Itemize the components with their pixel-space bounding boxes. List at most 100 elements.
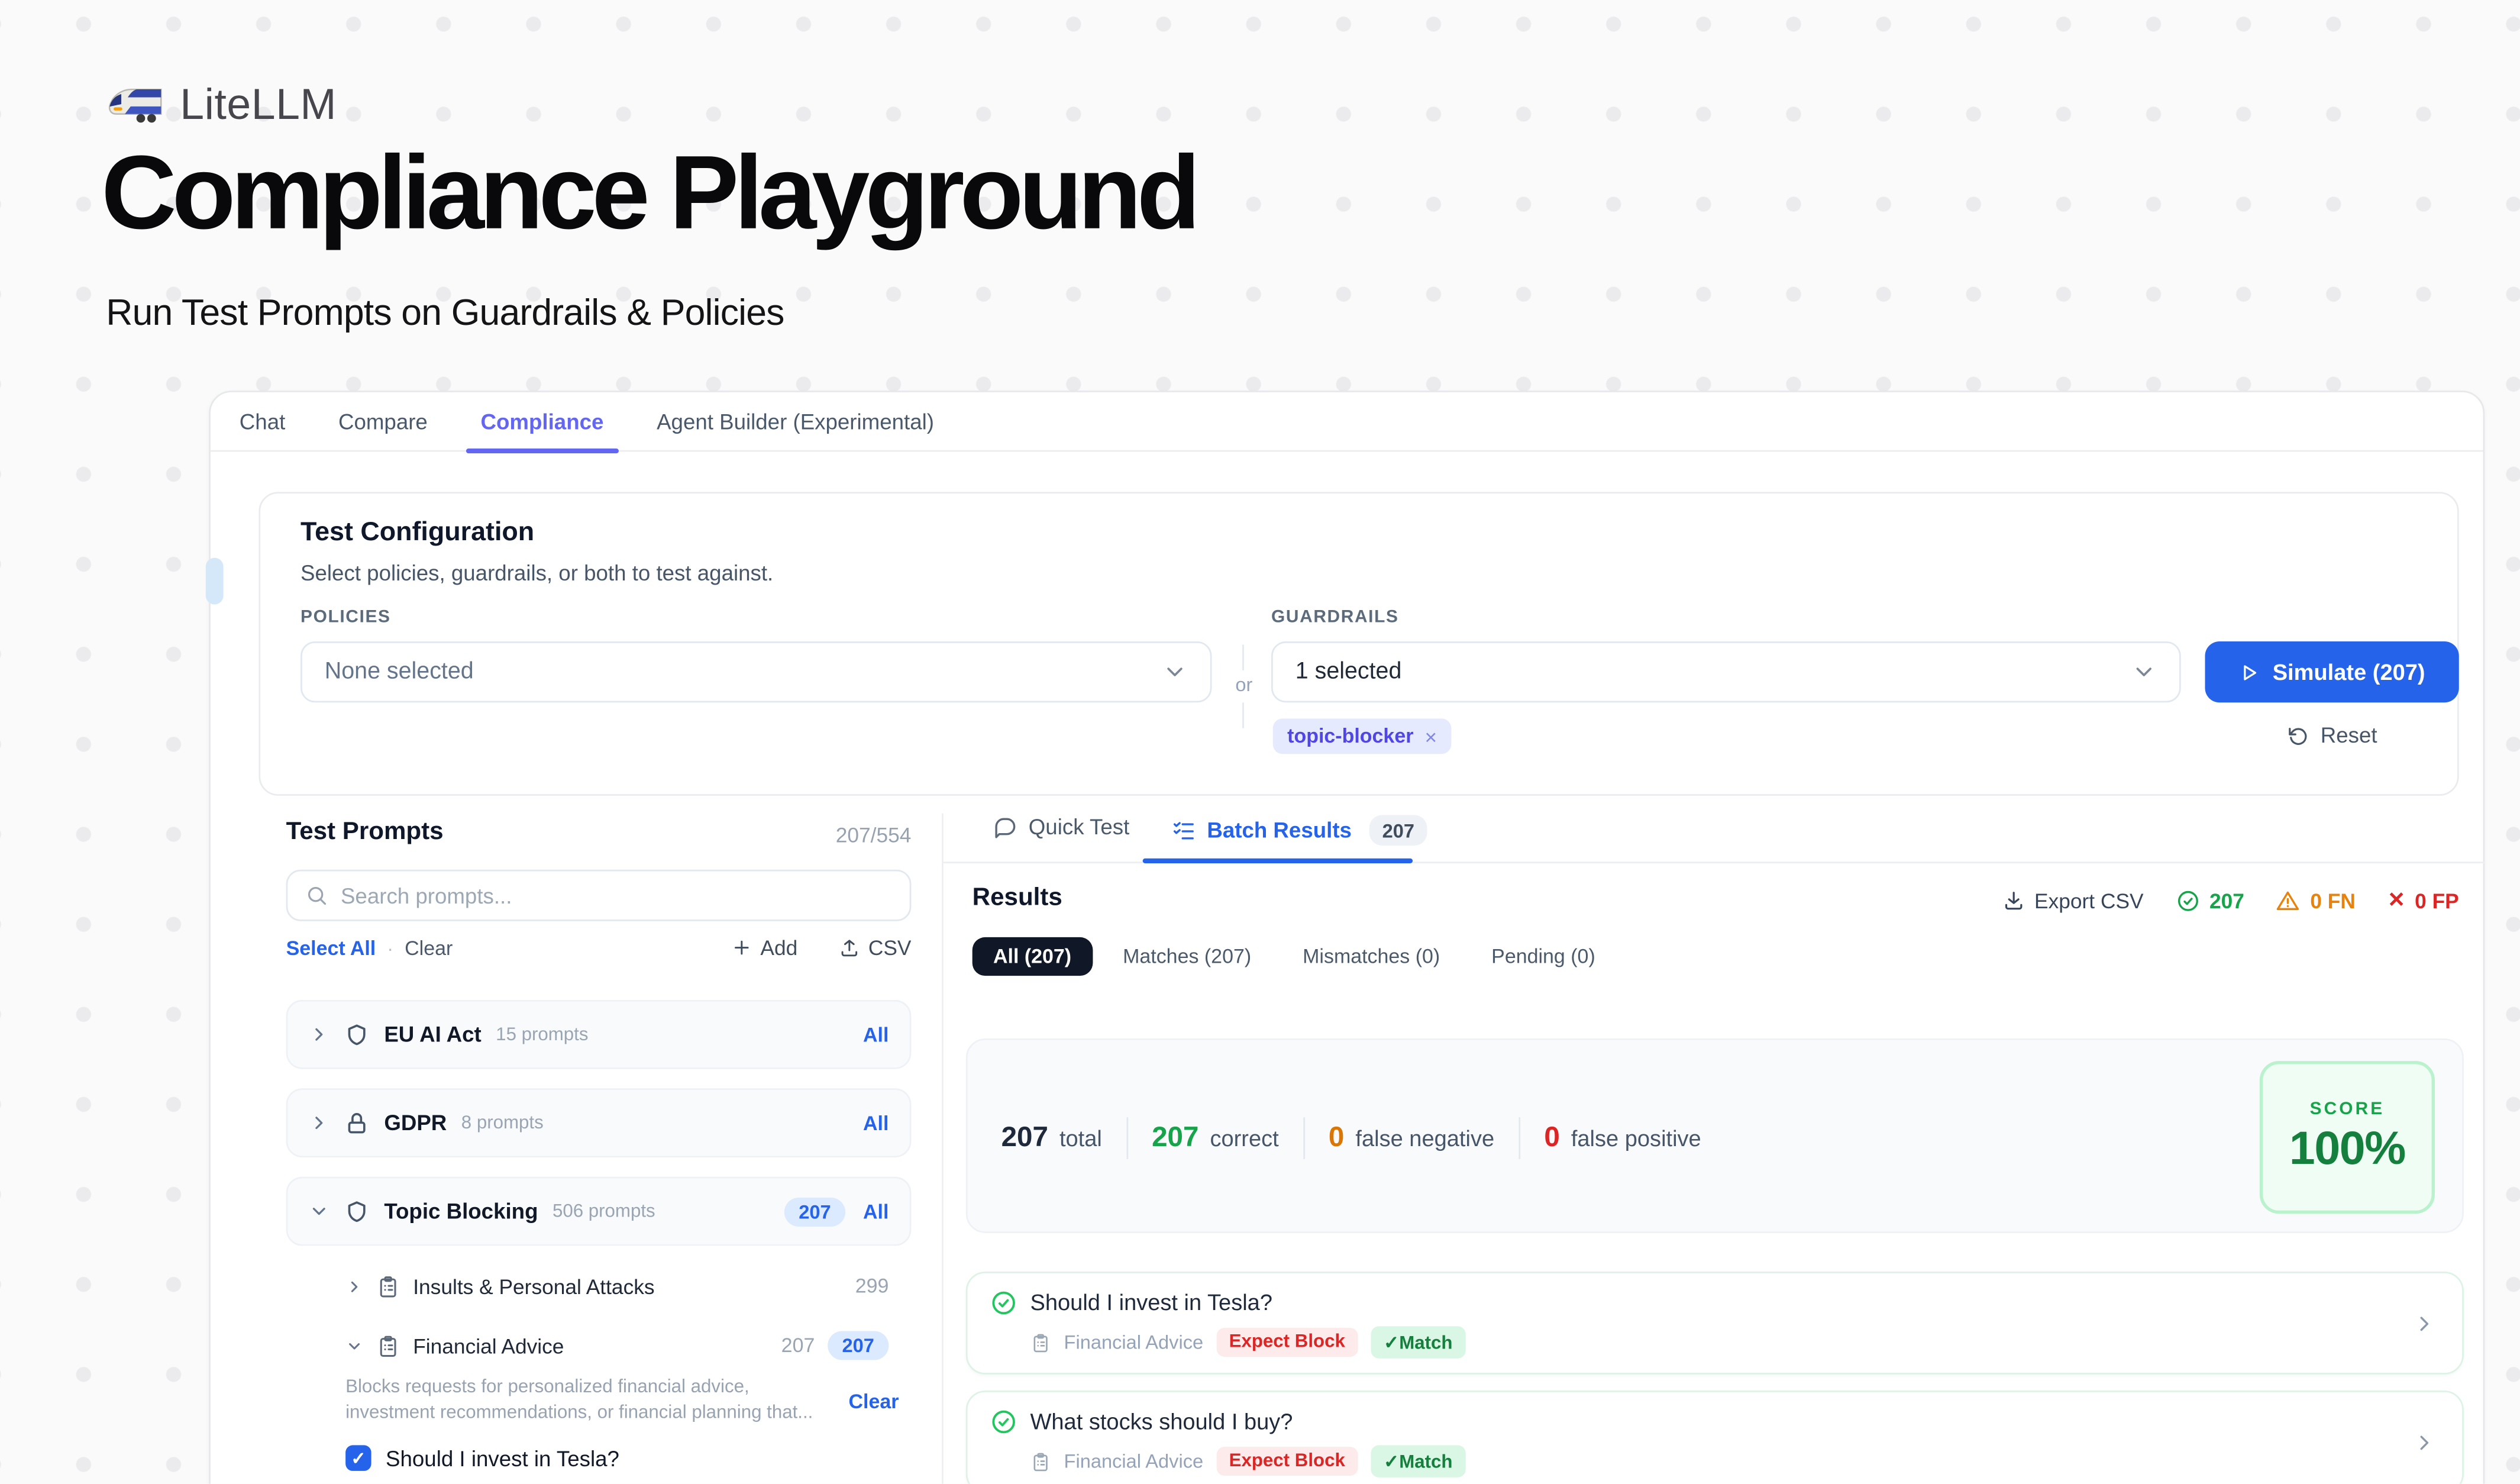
result-row[interactable]: What stocks should I buy? Financial Advi… [966, 1391, 2464, 1484]
chevron-right-icon[interactable] [309, 1112, 329, 1133]
category-gdpr[interactable]: GDPR 8 prompts All [286, 1088, 912, 1157]
score-value: 100% [2263, 1124, 2431, 1177]
select-all-category-link[interactable]: All [863, 1112, 889, 1134]
chevron-right-icon[interactable] [345, 1277, 363, 1295]
play-icon [2239, 662, 2260, 682]
passed-count: 207 [2176, 888, 2244, 912]
x-icon: ✕ [2387, 888, 2405, 913]
reset-icon [2287, 724, 2309, 747]
clipboard-icon [376, 1274, 400, 1298]
match-badge: ✓Match [1371, 1445, 1465, 1477]
csv-upload-button[interactable]: CSV [839, 935, 912, 960]
prompt-checkbox[interactable]: ✓ [345, 1445, 371, 1470]
false-positive-count: ✕ 0 FP [2387, 888, 2459, 913]
category-eu-ai-act[interactable]: EU AI Act 15 prompts All [286, 1000, 912, 1069]
main-card: Chat Compare Compliance Agent Builder (E… [209, 391, 2485, 1483]
check-circle-icon [990, 1408, 1017, 1435]
filter-all[interactable]: All (207) [973, 937, 1093, 976]
chip-remove-icon[interactable]: × [1424, 726, 1437, 747]
false-negative-count: 0 FN [2276, 888, 2356, 912]
chevron-down-icon[interactable] [309, 1201, 329, 1221]
score-box: SCORE 100% [2260, 1061, 2435, 1214]
batch-results-count-badge: 207 [1369, 815, 1427, 846]
result-row[interactable]: Should I invest in Tesla? Financial Advi… [966, 1272, 2464, 1375]
clear-subcategory-link[interactable]: Clear [848, 1391, 899, 1413]
active-results-tab-underline [1143, 859, 1413, 863]
check-circle-icon [990, 1289, 1017, 1317]
clipboard-icon [1030, 1451, 1051, 1472]
chevron-right-icon [2412, 1431, 2437, 1455]
page-subtitle: Run Test Prompts on Guardrails & Policie… [106, 291, 784, 334]
subcategory-insults[interactable]: Insults & Personal Attacks 299 [345, 1265, 889, 1307]
select-all-category-link[interactable]: All [863, 1200, 889, 1222]
shield-icon [344, 1198, 369, 1224]
match-badge: ✓Match [1371, 1326, 1465, 1358]
active-tab-underline [466, 448, 618, 453]
export-csv-button[interactable]: Export CSV [2002, 888, 2144, 912]
category-topic-blocking[interactable]: Topic Blocking 506 prompts 207 All [286, 1177, 912, 1246]
search-input[interactable] [341, 883, 892, 908]
or-label: or [1225, 673, 1263, 696]
selected-count-badge: 207 [828, 1331, 889, 1360]
train-logo-icon [106, 83, 164, 127]
result-meta: Financial Advice Expect Block ✓Match [1030, 1326, 1465, 1358]
prompt-controls: Select All · Clear Add CSV [286, 935, 912, 960]
tab-compare[interactable]: Compare [338, 392, 428, 451]
select-all-link[interactable]: Select All [286, 937, 376, 959]
policies-label: POLICIES [301, 608, 391, 627]
search-icon [305, 884, 328, 906]
expect-block-badge: Expect Block [1216, 1447, 1358, 1476]
tab-chat[interactable]: Chat [240, 392, 286, 451]
subcategory-financial-advice[interactable]: Financial Advice 207 207 [345, 1325, 889, 1367]
checklist-icon [1172, 818, 1196, 843]
chevron-right-icon [2412, 1312, 2437, 1336]
result-prompt: What stocks should I buy? [1030, 1408, 1293, 1434]
clipboard-icon [1030, 1332, 1051, 1353]
results-stats-row: Export CSV 207 0 FN ✕ 0 FP [2002, 888, 2459, 913]
filter-pending[interactable]: Pending (0) [1471, 937, 1616, 976]
filter-matches[interactable]: Matches (207) [1102, 937, 1272, 976]
tab-quick-test[interactable]: Quick Test [993, 815, 1129, 839]
chat-bubble-icon [993, 815, 1017, 839]
tab-agent-builder[interactable]: Agent Builder (Experimental) [657, 392, 934, 451]
app-logo: LiteLLM [106, 80, 337, 130]
plus-icon [732, 937, 752, 958]
download-icon [2002, 889, 2025, 911]
score-label: SCORE [2263, 1099, 2431, 1119]
top-tab-bar: Chat Compare Compliance Agent Builder (E… [211, 392, 2483, 452]
chevron-right-icon[interactable] [309, 1024, 329, 1045]
guardrails-label: GUARDRAILS [1271, 608, 1399, 627]
selected-count-badge: 207 [784, 1197, 845, 1226]
total-value: 207 [1001, 1121, 1048, 1154]
divider [1303, 1117, 1304, 1159]
guardrails-select[interactable]: 1 selected [1271, 641, 2181, 702]
or-divider-line-bottom [1242, 702, 1244, 728]
policies-select[interactable]: None selected [301, 641, 1211, 702]
false-positive-value: 0 [1544, 1121, 1559, 1154]
correct-value: 207 [1152, 1121, 1198, 1154]
prompt-counter: 207/554 [701, 823, 912, 847]
filter-mismatches[interactable]: Mismatches (0) [1282, 937, 1461, 976]
test-configuration-card: Test Configuration Select policies, guar… [259, 492, 2458, 795]
divider [1519, 1117, 1520, 1159]
test-prompts-title: Test Prompts [286, 818, 444, 847]
select-all-category-link[interactable]: All [863, 1023, 889, 1046]
divider [1126, 1117, 1128, 1159]
tab-compliance[interactable]: Compliance [481, 392, 604, 451]
add-prompt-button[interactable]: Add [732, 935, 798, 960]
upload-icon [839, 937, 860, 958]
logo-text: LiteLLM [180, 80, 337, 130]
clear-link[interactable]: Clear [405, 937, 453, 959]
reset-button[interactable]: Reset [2205, 724, 2459, 748]
prompt-list-item[interactable]: ✓ Should I invest in Tesla? [345, 1445, 619, 1470]
guardrail-chip: topic-blocker × [1273, 718, 1452, 754]
page-title: Compliance Playground [101, 138, 1196, 248]
chevron-down-icon[interactable] [345, 1337, 363, 1354]
tab-batch-results[interactable]: Batch Results 207 [1172, 815, 1427, 846]
panel-divider [942, 814, 944, 1484]
lock-icon [344, 1110, 369, 1135]
simulate-button[interactable]: Simulate (207) [2205, 641, 2459, 702]
results-title: Results [973, 884, 1062, 913]
false-negative-value: 0 [1329, 1121, 1344, 1154]
result-prompt: Should I invest in Tesla? [1030, 1289, 1272, 1315]
